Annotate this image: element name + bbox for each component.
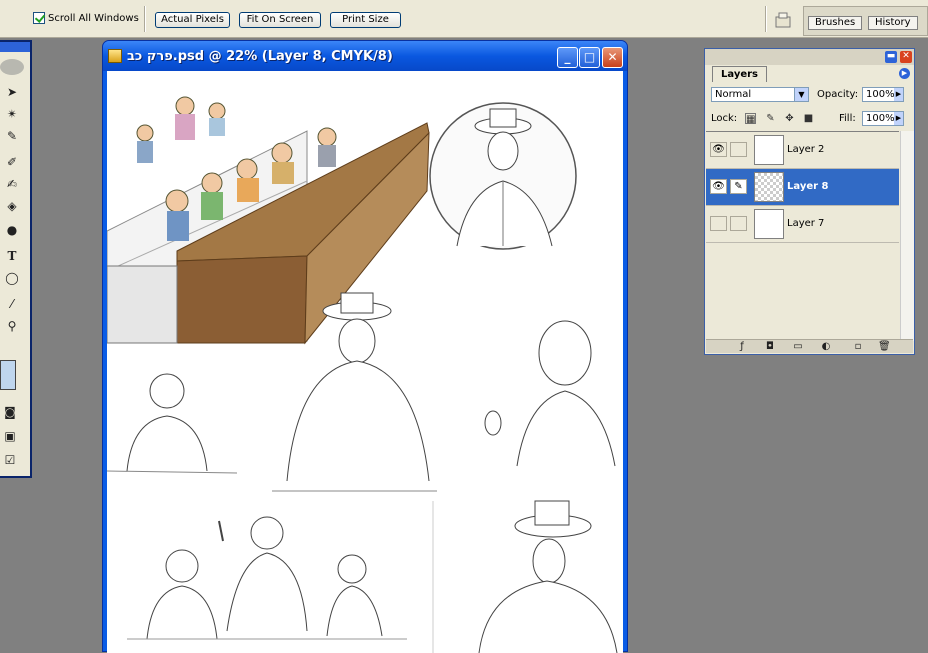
rabbi-circle-scene [429,102,577,250]
layer-thumbnail [754,209,784,239]
layer-thumbnail [754,135,784,165]
psd-file-icon [108,49,122,63]
palette-well: Brushes History [803,6,928,36]
adjustment-layer-icon[interactable]: ◐ [820,341,832,353]
layers-bottom-toolbar: ƒ ◘ ▭ ◐ ▫ 🗑 [706,339,913,353]
quick-mask-icon[interactable]: ◙ [2,404,18,420]
opacity-field[interactable]: 100% ▶ [862,87,904,102]
layers-scrollbar[interactable] [900,131,914,341]
palette-menu-icon[interactable]: ▶ [899,68,910,79]
blend-mode-value: Normal [715,89,752,100]
screen-mode-icon[interactable]: ▣ [2,428,18,444]
color-swatch[interactable] [0,360,16,390]
burn-tool-icon[interactable]: ● [4,222,20,238]
magic-wand-icon[interactable]: ✴ [4,106,20,122]
lock-label: Lock: [711,113,738,124]
layer-name: Layer 7 [787,218,825,229]
boy-scene-1 [107,373,238,474]
feather-logo-icon [0,59,24,75]
illustration-artwork [107,96,618,653]
palette-minimize-button[interactable]: ▬ [885,51,897,63]
layer-style-icon[interactable]: ƒ [736,341,748,353]
actual-pixels-button[interactable]: Actual Pixels [155,12,230,28]
toolbox-titlebar [0,42,30,52]
link-cell[interactable] [730,216,747,231]
maximize-button[interactable]: □ [579,47,600,68]
three-boys-scene [127,516,407,640]
fill-field[interactable]: 100% ▶ [862,111,904,126]
document-title: פרק כב.psd @ 22% (Layer 8, CMYK/8) [127,49,393,64]
checkbox-checked-icon [33,12,45,24]
opacity-label: Opacity: [817,89,859,100]
layer-row-layer-7[interactable]: Layer 7 [706,206,899,243]
visibility-eye-icon[interactable] [710,216,727,231]
jump-to-imageready-icon[interactable]: ☑ [2,452,18,468]
zoom-tool-icon[interactable]: ⚲ [4,318,20,334]
tab-layers[interactable]: Layers [712,66,767,82]
tab-history[interactable]: History [868,16,918,30]
layer-row-layer-2[interactable]: 👁 Layer 2 [706,132,899,169]
paintbrush-icon[interactable]: ✎ [730,179,747,194]
lock-all-icon[interactable]: ■ [803,113,814,124]
lock-transparency-icon[interactable]: ▦ [745,113,756,125]
print-size-button[interactable]: Print Size [330,12,401,28]
toolbox: ➤ ✴ ✎ ✐ ✍ ◈ ● T ◯ ⁄ ⚲ ◙ ▣ ☑ [0,40,32,478]
opacity-arrow-icon[interactable]: ▶ [894,88,903,101]
fill-arrow-icon[interactable]: ▶ [894,112,903,125]
opacity-value: 100% [866,89,895,100]
move-tool-icon[interactable]: ➤ [4,84,20,100]
new-layer-icon[interactable]: ▫ [852,341,864,353]
paint-bucket-icon[interactable]: ◈ [4,198,20,214]
boy-scene-2 [484,320,616,467]
layer-mask-icon[interactable]: ◘ [764,341,776,353]
trash-icon[interactable]: 🗑 [878,341,891,353]
fill-value: 100% [866,113,895,124]
layer-row-layer-8[interactable]: 👁 ✎ Layer 8 [706,169,899,206]
document-canvas[interactable] [107,71,623,653]
scroll-all-windows-checkbox[interactable]: Scroll All Windows [33,12,139,24]
options-bar: Scroll All Windows Actual Pixels Fit On … [0,0,928,38]
layer-thumbnail [754,172,784,202]
layers-palette: ▬ ✕ Layers ▶ Normal ▼ Opacity: 100% ▶ Lo… [704,48,915,355]
eyedropper-icon[interactable]: ⁄ [4,296,20,312]
document-window: פרק כב.psd @ 22% (Layer 8, CMYK/8) _ □ ✕ [102,40,628,653]
visibility-eye-icon[interactable]: 👁 [710,142,727,157]
layer-name: Layer 8 [787,181,829,192]
document-titlebar[interactable]: פרק כב.psd @ 22% (Layer 8, CMYK/8) _ □ ✕ [103,41,627,71]
palette-titlebar[interactable]: ▬ ✕ [705,49,914,65]
palette-close-button[interactable]: ✕ [900,51,912,63]
scroll-all-windows-label: Scroll All Windows [48,12,139,24]
layer-name: Layer 2 [787,144,825,155]
separator [144,6,146,32]
tab-brushes[interactable]: Brushes [808,16,863,30]
fill-label: Fill: [839,113,856,124]
healing-brush-icon[interactable]: ✎ [4,128,20,144]
ellipse-tool-icon[interactable]: ◯ [4,270,20,286]
new-group-icon[interactable]: ▭ [792,341,804,353]
history-brush-icon[interactable]: ✍ [4,176,20,192]
close-button[interactable]: ✕ [602,47,623,68]
lock-image-icon[interactable]: ✎ [765,113,776,124]
file-browser-icon[interactable] [773,12,793,28]
separator [765,6,767,32]
blend-mode-select[interactable]: Normal ▼ [711,87,809,102]
lock-position-icon[interactable]: ✥ [784,113,795,124]
fit-on-screen-button[interactable]: Fit On Screen [239,12,321,28]
visibility-eye-icon[interactable]: 👁 [710,179,727,194]
chevron-down-icon: ▼ [794,88,808,101]
rabbi-thinking-scene [432,500,618,653]
layers-list: 👁 Layer 2 👁 ✎ Layer 8 Layer 7 [706,131,899,341]
brush-tool-icon[interactable]: ✐ [4,154,20,170]
type-tool-icon[interactable]: T [4,248,20,264]
link-cell[interactable] [730,142,747,157]
minimize-button[interactable]: _ [557,47,578,68]
